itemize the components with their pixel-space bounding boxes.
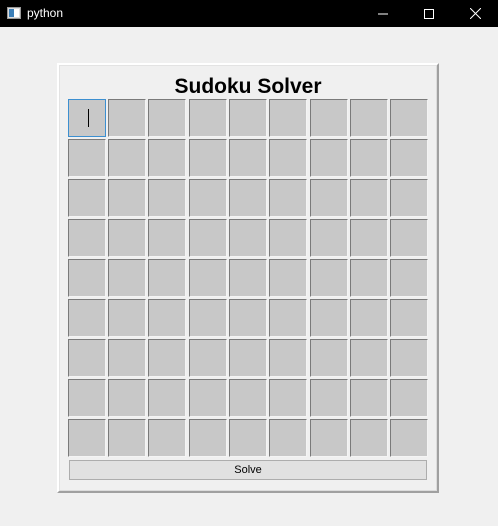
maximize-button[interactable] xyxy=(406,0,452,27)
sudoku-cell-r5c6[interactable] xyxy=(269,259,307,297)
app-heading: Sudoku Solver xyxy=(174,75,322,98)
sudoku-cell-r5c4[interactable] xyxy=(189,259,227,297)
sudoku-cell-r7c3[interactable] xyxy=(148,339,186,377)
sudoku-cell-r4c4[interactable] xyxy=(189,219,227,257)
sudoku-cell-r9c1[interactable] xyxy=(68,419,106,457)
title-bar: python xyxy=(0,0,498,27)
sudoku-cell-r3c1[interactable] xyxy=(68,179,106,217)
python-app-icon xyxy=(7,7,21,19)
sudoku-cell-r8c4[interactable] xyxy=(189,379,227,417)
sudoku-cell-r3c2[interactable] xyxy=(108,179,146,217)
sudoku-cell-r4c9[interactable] xyxy=(390,219,428,257)
sudoku-board xyxy=(68,98,428,458)
sudoku-cell-r4c8[interactable] xyxy=(350,219,388,257)
sudoku-cell-r1c7[interactable] xyxy=(310,99,348,137)
sudoku-cell-r6c8[interactable] xyxy=(350,299,388,337)
sudoku-cell-r1c8[interactable] xyxy=(350,99,388,137)
text-cursor xyxy=(88,109,89,127)
sudoku-cell-r2c2[interactable] xyxy=(108,139,146,177)
sudoku-cell-r1c4[interactable] xyxy=(189,99,227,137)
sudoku-cell-r5c5[interactable] xyxy=(229,259,267,297)
sudoku-cell-r7c5[interactable] xyxy=(229,339,267,377)
minimize-icon xyxy=(378,13,388,14)
minimize-button[interactable] xyxy=(360,0,406,27)
sudoku-cell-r7c7[interactable] xyxy=(310,339,348,377)
sudoku-cell-r6c6[interactable] xyxy=(269,299,307,337)
sudoku-cell-r1c9[interactable] xyxy=(390,99,428,137)
sudoku-cell-r2c4[interactable] xyxy=(189,139,227,177)
sudoku-cell-r8c5[interactable] xyxy=(229,379,267,417)
sudoku-cell-r8c6[interactable] xyxy=(269,379,307,417)
sudoku-cell-r3c9[interactable] xyxy=(390,179,428,217)
window-title: python xyxy=(27,6,64,20)
sudoku-cell-r3c5[interactable] xyxy=(229,179,267,217)
sudoku-cell-r5c7[interactable] xyxy=(310,259,348,297)
sudoku-cell-r5c8[interactable] xyxy=(350,259,388,297)
maximize-icon xyxy=(424,8,434,19)
sudoku-cell-r2c3[interactable] xyxy=(148,139,186,177)
sudoku-cell-r7c2[interactable] xyxy=(108,339,146,377)
sudoku-cell-r4c3[interactable] xyxy=(148,219,186,257)
sudoku-cell-r2c5[interactable] xyxy=(229,139,267,177)
sudoku-cell-r8c9[interactable] xyxy=(390,379,428,417)
sudoku-cell-r6c9[interactable] xyxy=(390,299,428,337)
sudoku-cell-r4c7[interactable] xyxy=(310,219,348,257)
sudoku-cell-r8c7[interactable] xyxy=(310,379,348,417)
sudoku-cell-r7c9[interactable] xyxy=(390,339,428,377)
close-icon xyxy=(469,8,481,19)
sudoku-cell-r1c5[interactable] xyxy=(229,99,267,137)
sudoku-cell-r2c1[interactable] xyxy=(68,139,106,177)
sudoku-cell-r6c7[interactable] xyxy=(310,299,348,337)
solve-button[interactable]: Solve xyxy=(69,460,427,480)
sudoku-cell-r5c2[interactable] xyxy=(108,259,146,297)
sudoku-cell-r4c1[interactable] xyxy=(68,219,106,257)
sudoku-cell-r5c3[interactable] xyxy=(148,259,186,297)
sudoku-cell-r3c3[interactable] xyxy=(148,179,186,217)
sudoku-cell-r6c5[interactable] xyxy=(229,299,267,337)
sudoku-cell-r9c6[interactable] xyxy=(269,419,307,457)
sudoku-cell-r6c4[interactable] xyxy=(189,299,227,337)
sudoku-cell-r8c1[interactable] xyxy=(68,379,106,417)
close-button[interactable] xyxy=(452,0,498,27)
sudoku-cell-r3c8[interactable] xyxy=(350,179,388,217)
sudoku-cell-r6c3[interactable] xyxy=(148,299,186,337)
sudoku-cell-r6c2[interactable] xyxy=(108,299,146,337)
sudoku-cell-r5c9[interactable] xyxy=(390,259,428,297)
sudoku-cell-r8c8[interactable] xyxy=(350,379,388,417)
sudoku-cell-r5c1[interactable] xyxy=(68,259,106,297)
sudoku-cell-r9c9[interactable] xyxy=(390,419,428,457)
sudoku-cell-r8c3[interactable] xyxy=(148,379,186,417)
sudoku-cell-r4c5[interactable] xyxy=(229,219,267,257)
sudoku-cell-r8c2[interactable] xyxy=(108,379,146,417)
sudoku-cell-r7c4[interactable] xyxy=(189,339,227,377)
sudoku-cell-r7c6[interactable] xyxy=(269,339,307,377)
sudoku-cell-r3c6[interactable] xyxy=(269,179,307,217)
sudoku-cell-r9c3[interactable] xyxy=(148,419,186,457)
sudoku-cell-r7c1[interactable] xyxy=(68,339,106,377)
sudoku-cell-r4c2[interactable] xyxy=(108,219,146,257)
sudoku-cell-r9c5[interactable] xyxy=(229,419,267,457)
sudoku-cell-r2c8[interactable] xyxy=(350,139,388,177)
sudoku-cell-r2c7[interactable] xyxy=(310,139,348,177)
sudoku-cell-r3c7[interactable] xyxy=(310,179,348,217)
sudoku-cell-r4c6[interactable] xyxy=(269,219,307,257)
sudoku-cell-r2c9[interactable] xyxy=(390,139,428,177)
sudoku-cell-r9c8[interactable] xyxy=(350,419,388,457)
sudoku-cell-r6c1[interactable] xyxy=(68,299,106,337)
sudoku-cell-r7c8[interactable] xyxy=(350,339,388,377)
sudoku-cell-r1c3[interactable] xyxy=(148,99,186,137)
sudoku-cell-r1c2[interactable] xyxy=(108,99,146,137)
sudoku-cell-r1c1[interactable] xyxy=(68,99,106,137)
sudoku-cell-r9c2[interactable] xyxy=(108,419,146,457)
sudoku-cell-r2c6[interactable] xyxy=(269,139,307,177)
sudoku-cell-r9c7[interactable] xyxy=(310,419,348,457)
sudoku-cell-r9c4[interactable] xyxy=(189,419,227,457)
sudoku-cell-r1c6[interactable] xyxy=(269,99,307,137)
sudoku-cell-r3c4[interactable] xyxy=(189,179,227,217)
